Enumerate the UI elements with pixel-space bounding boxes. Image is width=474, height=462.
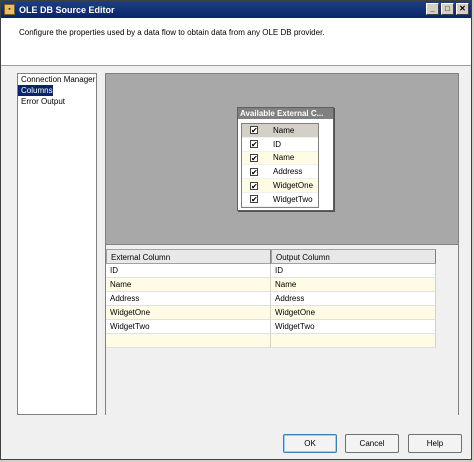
table-row: Name Name <box>106 278 458 292</box>
description-text: Configure the properties used by a data … <box>19 28 325 37</box>
window-title: OLE DB Source Editor <box>19 4 115 15</box>
list-item: ✔ Name <box>242 151 318 166</box>
columns-panel: Available External C... ✔ Name ✔ ID ✔ Na <box>105 73 459 415</box>
external-column-cell[interactable]: ID <box>106 264 271 278</box>
external-column-cell[interactable]: Name <box>106 278 271 292</box>
app-icon: ▪ <box>4 4 15 15</box>
content-area: Connection Manager Columns Error Output … <box>1 66 471 421</box>
close-button[interactable]: ✕ <box>456 3 469 15</box>
button-bar: OK Cancel Help <box>1 421 471 459</box>
external-column-cell[interactable]: WidgetOne <box>106 306 271 320</box>
column-checkbox[interactable]: ✔ <box>250 140 258 149</box>
output-column-cell[interactable] <box>271 334 436 348</box>
column-name: WidgetOne <box>273 181 314 191</box>
column-name: Name <box>273 153 295 163</box>
grid-header: External Column Output Column <box>106 249 458 264</box>
ok-button[interactable]: OK <box>283 434 337 453</box>
minimize-button[interactable]: _ <box>426 3 439 15</box>
nav-list: Connection Manager Columns Error Output <box>17 73 97 415</box>
column-checkbox[interactable]: ✔ <box>250 195 258 204</box>
output-column-cell[interactable]: WidgetTwo <box>271 320 436 334</box>
select-all-checkbox[interactable]: ✔ <box>250 126 258 135</box>
nav-item-error-output[interactable]: Error Output <box>18 96 96 107</box>
column-name: Address <box>273 167 303 177</box>
list-item: ✔ ID <box>242 138 318 152</box>
table-row <box>106 334 458 348</box>
column-name: ID <box>273 139 281 149</box>
nav-item-connection-manager[interactable]: Connection Manager <box>18 74 96 85</box>
name-header: Name <box>273 125 295 135</box>
available-columns-header: ✔ Name <box>242 124 318 138</box>
list-item: ✔ WidgetTwo <box>242 193 318 207</box>
column-checkbox[interactable]: ✔ <box>250 181 258 190</box>
ole-db-source-editor-window: ▪ OLE DB Source Editor _ □ ✕ Configure t… <box>0 0 472 460</box>
list-item: ✔ Address <box>242 165 318 180</box>
maximize-button[interactable]: □ <box>441 3 454 15</box>
external-column-header[interactable]: External Column <box>106 249 271 264</box>
available-columns-title: Available External C... <box>238 108 333 119</box>
table-row: ID ID <box>106 264 458 278</box>
column-mapping-grid: External Column Output Column ID ID Name… <box>106 244 458 415</box>
column-checkbox[interactable]: ✔ <box>250 153 258 162</box>
available-columns-box[interactable]: Available External C... ✔ Name ✔ ID ✔ Na <box>237 107 334 211</box>
list-item: ✔ WidgetOne <box>242 179 318 193</box>
table-row: Address Address <box>106 292 458 306</box>
table-row: WidgetOne WidgetOne <box>106 306 458 320</box>
output-column-cell[interactable]: Name <box>271 278 436 292</box>
column-name: WidgetTwo <box>273 194 313 204</box>
column-designer: Available External C... ✔ Name ✔ ID ✔ Na <box>106 74 458 244</box>
output-column-cell[interactable]: WidgetOne <box>271 306 436 320</box>
nav-item-columns[interactable]: Columns <box>18 85 53 96</box>
header-area: Configure the properties used by a data … <box>1 18 471 66</box>
output-column-cell[interactable]: Address <box>271 292 436 306</box>
output-column-cell[interactable]: ID <box>271 264 436 278</box>
table-row: WidgetTwo WidgetTwo <box>106 320 458 334</box>
output-column-header[interactable]: Output Column <box>271 249 436 264</box>
external-column-cell[interactable] <box>106 334 271 348</box>
title-bar[interactable]: ▪ OLE DB Source Editor _ □ ✕ <box>1 1 471 18</box>
available-columns-list: ✔ Name ✔ ID ✔ Name ✔ Address ✔ WidgetOne… <box>241 123 319 208</box>
column-checkbox[interactable]: ✔ <box>250 167 258 176</box>
cancel-button[interactable]: Cancel <box>345 434 399 453</box>
help-button[interactable]: Help <box>408 434 462 453</box>
external-column-cell[interactable]: WidgetTwo <box>106 320 271 334</box>
external-column-cell[interactable]: Address <box>106 292 271 306</box>
